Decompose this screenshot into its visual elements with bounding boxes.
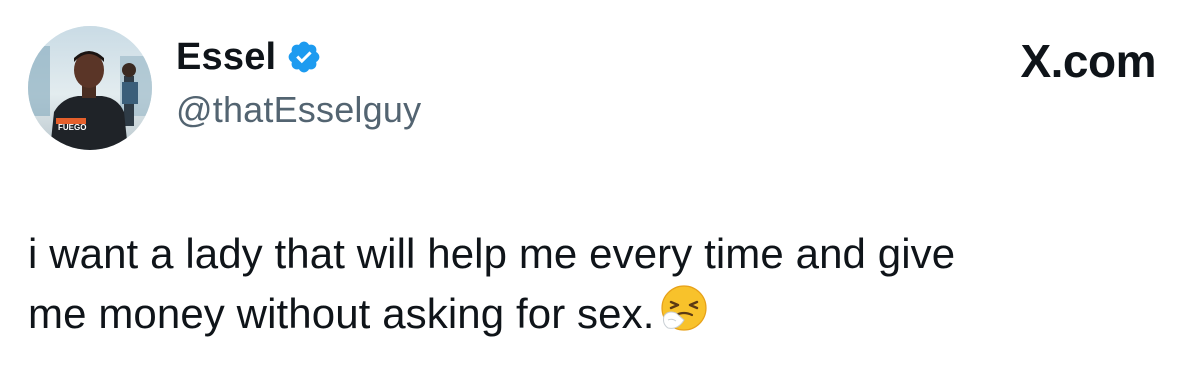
tweet-text-line-1: i want a lady that will help me every ti… — [28, 230, 956, 277]
author-display-name[interactable]: Essel — [176, 38, 276, 76]
verified-badge-icon — [286, 39, 322, 75]
avatar[interactable]: FUEGO — [28, 26, 152, 150]
avatar-photo: FUEGO — [28, 26, 152, 150]
tweet-text-line-2-text: me money without asking for sex. — [28, 290, 655, 337]
x-brand-logo: X.com — [1020, 35, 1156, 87]
author-handle[interactable]: @thatEsselguy — [176, 88, 421, 131]
tweet-text: i want a lady that will help me every ti… — [28, 225, 1168, 342]
author-name-row: Essel — [176, 32, 322, 82]
tweet-text-line-2: me money without asking for sex. — [28, 282, 1168, 342]
sneezing-face-emoji-icon — [658, 282, 710, 334]
avatar-shirt-text: FUEGO — [58, 123, 86, 132]
